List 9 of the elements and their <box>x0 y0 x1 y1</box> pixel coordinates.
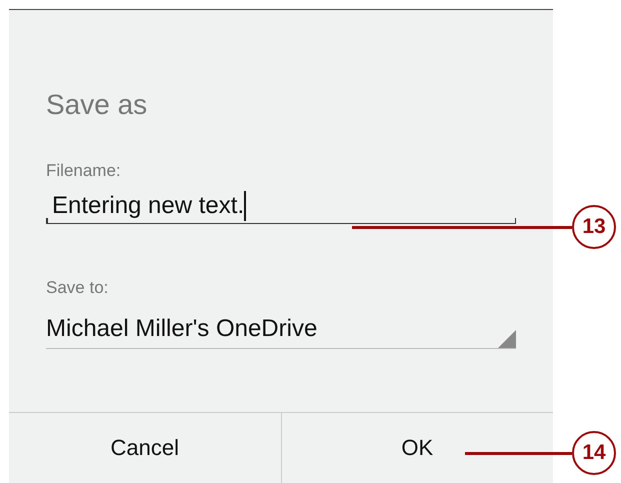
dialog-title: Save as <box>46 88 148 122</box>
field-label: Save to: <box>46 277 110 299</box>
text-cursor <box>244 191 246 221</box>
field-label: Filename: <box>46 160 122 182</box>
callout-number: 14 <box>572 431 616 475</box>
dropdown[interactable]: Michael Miller's OneDrive <box>46 309 516 349</box>
callout-number: 13 <box>572 205 616 249</box>
input-field[interactable]: Entering new text. <box>46 190 516 224</box>
dropdown-corner-icon <box>498 330 516 348</box>
